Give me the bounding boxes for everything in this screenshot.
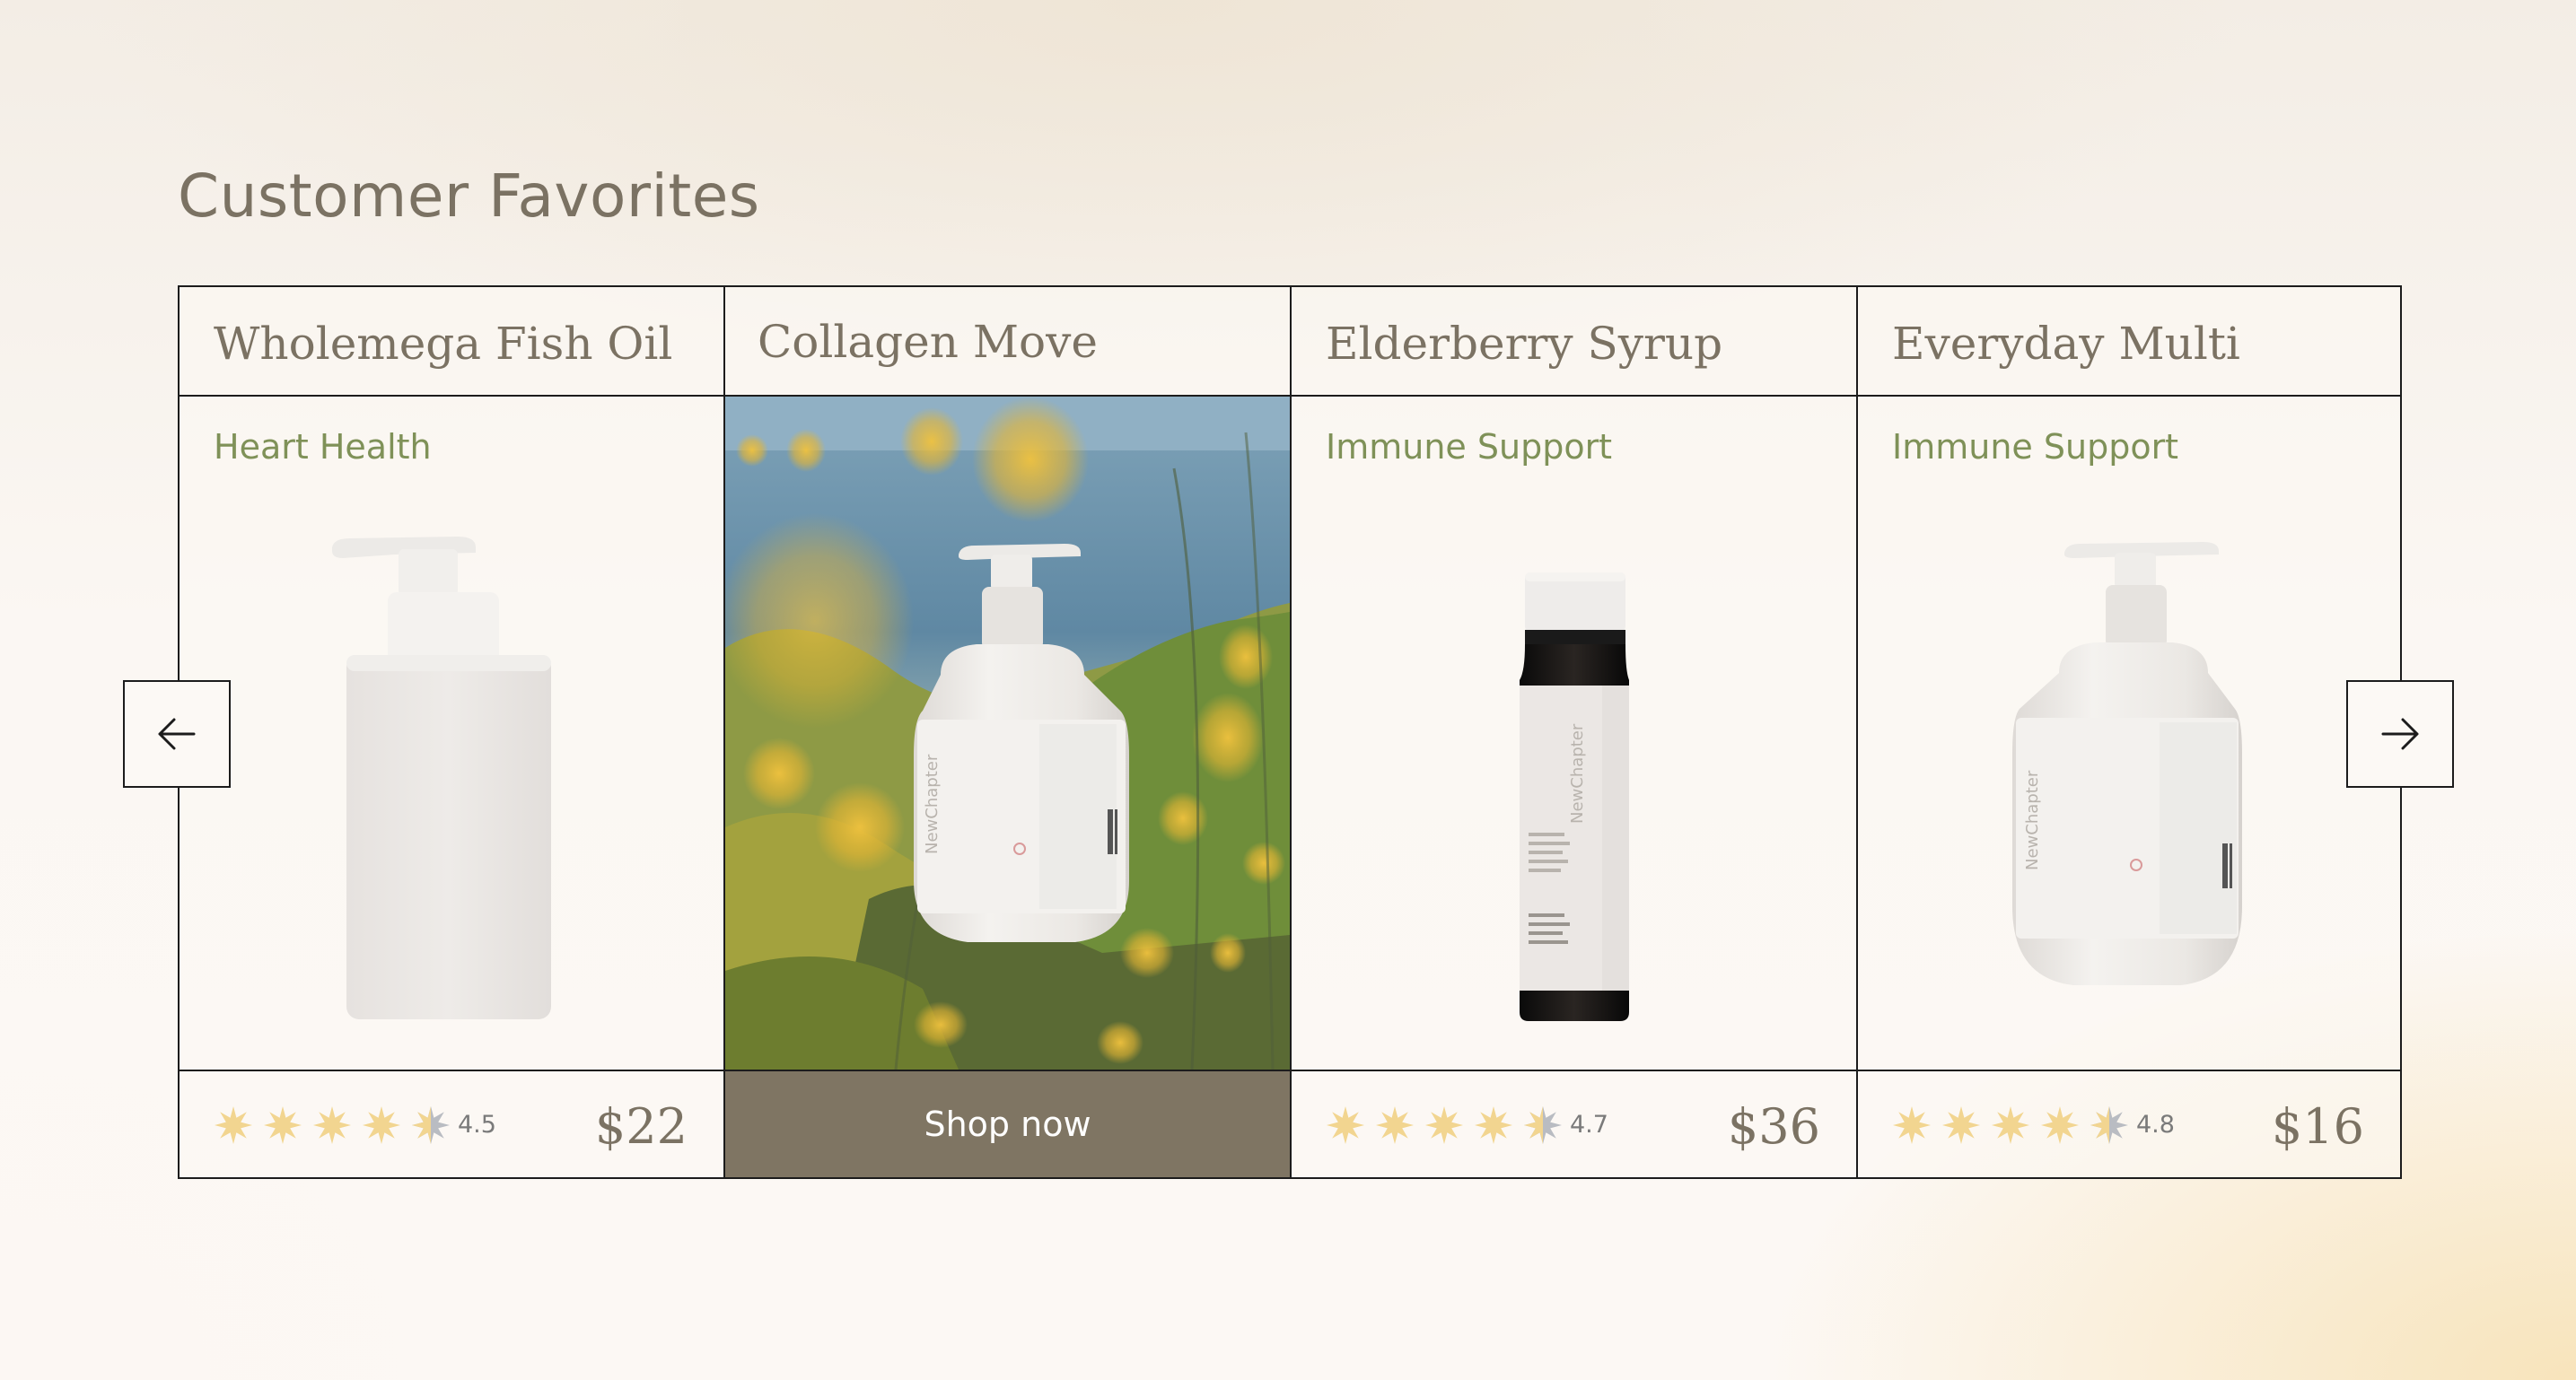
card-footer: 4.7 $36 (1292, 1070, 1856, 1177)
star-icon (1941, 1105, 1981, 1145)
star-icon (2040, 1105, 2080, 1145)
star-icon (1375, 1105, 1415, 1145)
carousel-prev-button[interactable] (123, 680, 231, 788)
svg-text:NewChapter: NewChapter (1568, 723, 1587, 824)
half-star-icon (2090, 1105, 2129, 1145)
price: $36 (1727, 1098, 1820, 1155)
product-card-wholemega[interactable]: Wholemega Fish Oil Heart Health 4.5 $22 (180, 287, 723, 1177)
star-icon (263, 1105, 302, 1145)
product-name[interactable]: Collagen Move (758, 316, 1098, 368)
product-card-elderberry-syrup[interactable]: Elderberry Syrup Immune Support NewChapt… (1290, 287, 1856, 1177)
star-icon (1326, 1105, 1365, 1145)
card-header: Elderberry Syrup (1292, 287, 1856, 397)
product-name[interactable]: Wholemega Fish Oil (214, 318, 672, 370)
arrow-right-icon (2381, 718, 2419, 750)
card-footer: 4.5 $22 (180, 1070, 723, 1177)
shop-now-button[interactable]: Shop now (725, 1070, 1290, 1177)
star-icon (1424, 1105, 1464, 1145)
product-image[interactable] (323, 535, 574, 1025)
card-header: Everyday Multi (1858, 287, 2400, 397)
star-icon (1991, 1105, 2030, 1145)
star-icon (1892, 1105, 1932, 1145)
star-icon (362, 1105, 401, 1145)
product-name[interactable]: Elderberry Syrup (1326, 318, 1722, 370)
product-carousel: Wholemega Fish Oil Heart Health 4.5 $22 … (178, 285, 2402, 1179)
product-category-tag: Immune Support (1326, 427, 1613, 467)
rating-value: 4.8 (2136, 1111, 2175, 1139)
rating-value: 4.7 (1570, 1111, 1608, 1139)
carousel-next-button[interactable] (2346, 680, 2454, 788)
product-category-tag: Heart Health (214, 427, 432, 467)
product-lifestyle-image[interactable]: NewChapter (725, 397, 1290, 1070)
star-rating (1326, 1105, 1573, 1145)
section-title: Customer Favorites (178, 162, 760, 231)
star-icon (312, 1105, 352, 1145)
half-star-icon (411, 1105, 451, 1145)
price: $22 (594, 1098, 688, 1155)
product-category-tag: Immune Support (1892, 427, 2179, 467)
product-image[interactable]: NewChapter (2011, 538, 2244, 991)
half-star-icon (1523, 1105, 1563, 1145)
star-icon (214, 1105, 253, 1145)
price: $16 (2271, 1098, 2364, 1155)
card-header: Collagen Move (725, 287, 1290, 397)
product-image[interactable]: NewChapter (1516, 572, 1633, 1025)
star-rating (214, 1105, 460, 1145)
product-name[interactable]: Everyday Multi (1892, 318, 2240, 370)
svg-text:NewChapter: NewChapter (923, 754, 942, 854)
card-footer: 4.8 $16 (1858, 1070, 2400, 1177)
star-rating (1892, 1105, 2139, 1145)
card-header: Wholemega Fish Oil (180, 287, 723, 397)
svg-text:NewChapter: NewChapter (2023, 770, 2042, 870)
star-icon (1474, 1105, 1513, 1145)
product-card-collagen-move[interactable]: Collagen Move NewChapter Shop now (723, 287, 1290, 1177)
product-card-everyday-multi[interactable]: Everyday Multi Immune Support NewChapter… (1856, 287, 2400, 1177)
rating-value: 4.5 (458, 1111, 496, 1139)
arrow-left-icon (158, 718, 196, 750)
